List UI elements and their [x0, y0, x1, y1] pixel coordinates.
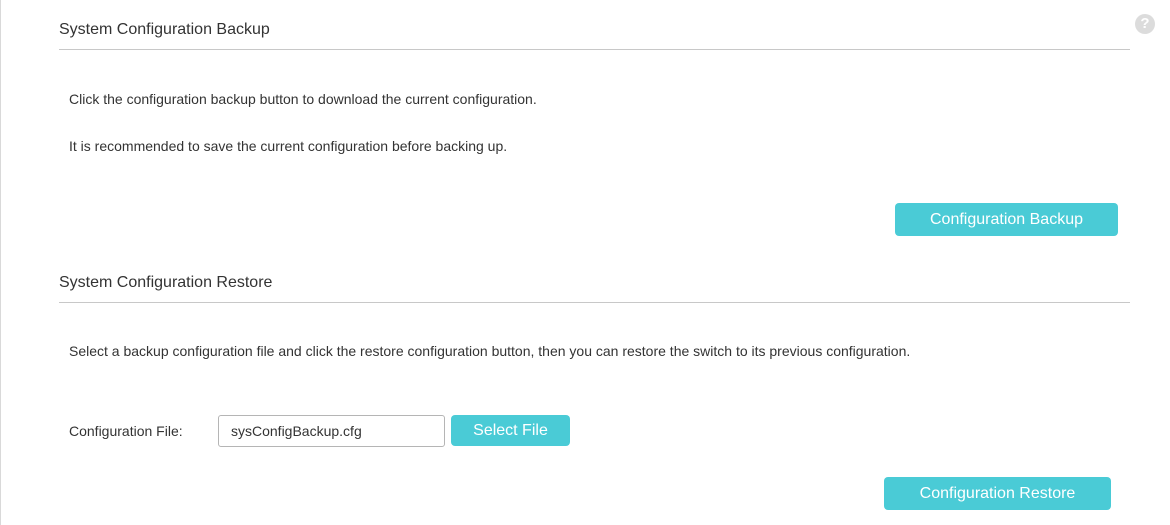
backup-section-title: System Configuration Backup	[59, 21, 1130, 50]
configuration-file-input[interactable]	[218, 415, 445, 447]
backup-description-2: It is recommended to save the current co…	[69, 138, 508, 154]
restore-section-title: System Configuration Restore	[59, 274, 1130, 303]
backup-description-1: Click the configuration backup button to…	[69, 91, 537, 107]
configuration-backup-button[interactable]: Configuration Backup	[895, 203, 1118, 236]
restore-description: Select a backup configuration file and c…	[69, 343, 911, 359]
configuration-restore-button[interactable]: Configuration Restore	[884, 477, 1111, 510]
configuration-file-label: Configuration File:	[69, 423, 183, 439]
select-file-button[interactable]: Select File	[451, 415, 570, 446]
config-backup-restore-page: ? System Configuration Backup Click the …	[0, 0, 1170, 525]
help-question-icon[interactable]: ?	[1135, 14, 1155, 34]
